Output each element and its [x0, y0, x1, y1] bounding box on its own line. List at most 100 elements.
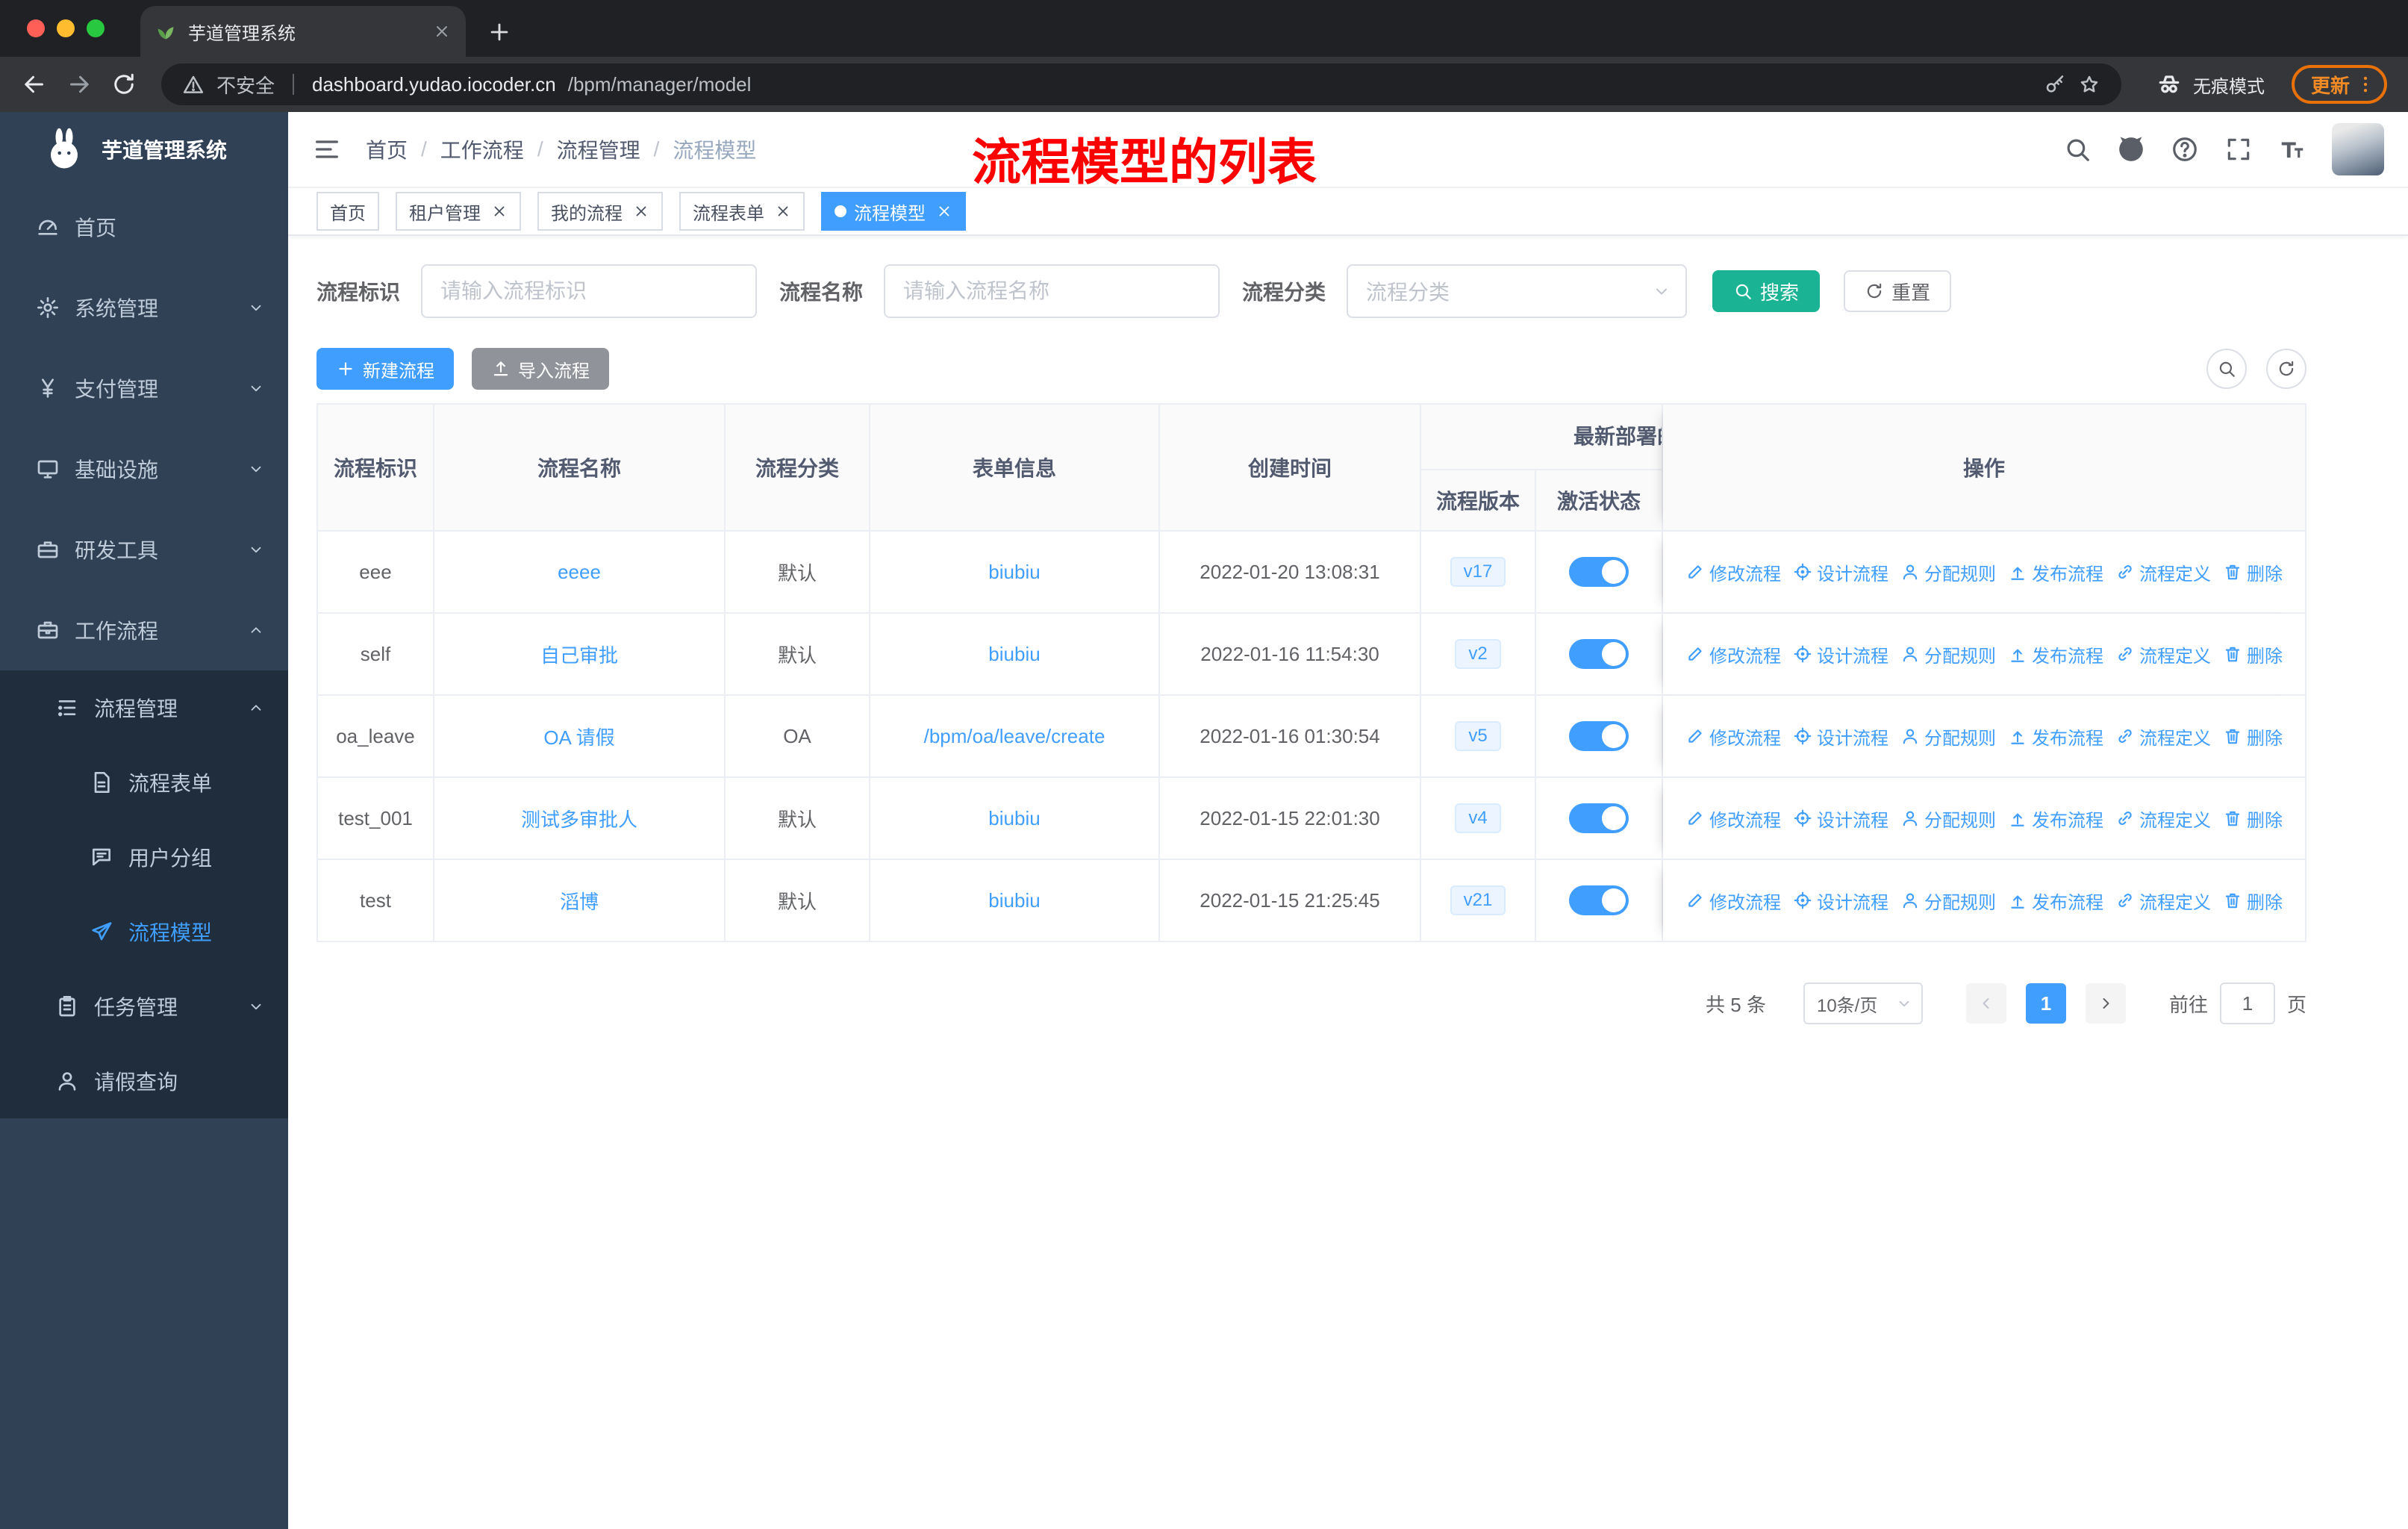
- page-size-select[interactable]: 10条/页: [1803, 983, 1923, 1024]
- goto-page-input[interactable]: [2219, 983, 2275, 1024]
- app-logo[interactable]: 芋道管理系统: [0, 112, 288, 187]
- category-select[interactable]: 流程分类: [1347, 264, 1688, 318]
- github-icon[interactable]: [2117, 135, 2145, 164]
- op-publish[interactable]: 发布流程: [2008, 559, 2103, 585]
- sidebar-item-task-mgmt[interactable]: 任务管理: [0, 969, 288, 1044]
- process-id-input[interactable]: [421, 264, 758, 318]
- op-delete[interactable]: 删除: [2223, 723, 2283, 750]
- next-page-button[interactable]: [2085, 983, 2126, 1024]
- fullscreen-icon[interactable]: [2224, 135, 2253, 164]
- bookmark-star-icon[interactable]: [2078, 73, 2100, 96]
- op-design[interactable]: 设计流程: [1793, 723, 1888, 750]
- sidebar-item-devtools[interactable]: 研发工具: [0, 509, 288, 590]
- active-toggle[interactable]: [1569, 803, 1629, 833]
- update-menu-button[interactable]: 更新: [2291, 65, 2387, 104]
- search-icon[interactable]: [2063, 135, 2092, 164]
- op-publish[interactable]: 发布流程: [2008, 806, 2103, 832]
- page-number-button[interactable]: 1: [2025, 983, 2066, 1024]
- search-button[interactable]: 搜索: [1712, 270, 1821, 312]
- help-icon[interactable]: [2171, 135, 2199, 164]
- breadcrumb-item[interactable]: 首页: [366, 134, 408, 164]
- form-link[interactable]: /bpm/oa/leave/create: [924, 725, 1105, 748]
- sidebar-item-user-group[interactable]: 用户分组: [0, 820, 288, 894]
- create-process-button[interactable]: 新建流程: [316, 348, 454, 390]
- close-icon[interactable]: [936, 203, 952, 219]
- sidebar-item-infra[interactable]: 基础设施: [0, 429, 288, 509]
- op-assign[interactable]: 分配规则: [1900, 559, 1996, 585]
- op-assign[interactable]: 分配规则: [1900, 888, 1996, 914]
- active-toggle[interactable]: [1569, 885, 1629, 915]
- tag-tenant[interactable]: 租户管理: [396, 192, 521, 231]
- key-icon[interactable]: [2044, 73, 2066, 96]
- op-delete[interactable]: 删除: [2223, 641, 2283, 667]
- close-icon[interactable]: [491, 203, 508, 219]
- form-link[interactable]: biubiu: [988, 889, 1040, 912]
- op-design[interactable]: 设计流程: [1793, 806, 1888, 832]
- op-assign[interactable]: 分配规则: [1900, 641, 1996, 667]
- op-assign[interactable]: 分配规则: [1900, 723, 1996, 750]
- sidebar-item-process-model[interactable]: 流程模型: [0, 894, 288, 969]
- collapse-sidebar-button[interactable]: [312, 134, 342, 164]
- op-edit[interactable]: 修改流程: [1685, 559, 1781, 585]
- close-icon[interactable]: [775, 203, 791, 219]
- op-design[interactable]: 设计流程: [1793, 559, 1888, 585]
- op-definition[interactable]: 流程定义: [2115, 806, 2211, 832]
- back-button[interactable]: [21, 71, 48, 98]
- model-name-link[interactable]: eeee: [558, 561, 601, 584]
- op-publish[interactable]: 发布流程: [2008, 641, 2103, 667]
- sidebar-item-workflow[interactable]: 工作流程: [0, 590, 288, 670]
- close-window-button[interactable]: [27, 19, 45, 37]
- sidebar-item-leave-query[interactable]: 请假查询: [0, 1044, 288, 1118]
- new-tab-button[interactable]: [487, 19, 512, 45]
- address-bar[interactable]: 不安全 dashboard.yudao.iocoder.cn/bpm/manag…: [161, 63, 2121, 105]
- model-name-link[interactable]: OA 请假: [543, 723, 614, 750]
- process-name-input[interactable]: [884, 264, 1220, 318]
- browser-tab[interactable]: 芋道管理系统: [140, 6, 466, 57]
- font-size-icon[interactable]: [2278, 135, 2306, 164]
- op-edit[interactable]: 修改流程: [1685, 888, 1781, 914]
- tag-process-model[interactable]: 流程模型: [821, 192, 966, 231]
- op-definition[interactable]: 流程定义: [2115, 641, 2211, 667]
- op-edit[interactable]: 修改流程: [1685, 723, 1781, 750]
- op-edit[interactable]: 修改流程: [1685, 641, 1781, 667]
- model-name-link[interactable]: 滔博: [560, 887, 599, 915]
- breadcrumb-item[interactable]: 流程管理: [557, 134, 640, 164]
- op-publish[interactable]: 发布流程: [2008, 723, 2103, 750]
- avatar[interactable]: [2332, 123, 2384, 175]
- form-link[interactable]: biubiu: [988, 807, 1040, 830]
- tag-process-form[interactable]: 流程表单: [679, 192, 805, 231]
- op-definition[interactable]: 流程定义: [2115, 559, 2211, 585]
- breadcrumb-item[interactable]: 工作流程: [440, 134, 524, 164]
- close-icon[interactable]: [633, 203, 649, 219]
- op-design[interactable]: 设计流程: [1793, 888, 1888, 914]
- sidebar-item-system[interactable]: 系统管理: [0, 267, 288, 348]
- minimize-window-button[interactable]: [57, 19, 75, 37]
- maximize-window-button[interactable]: [87, 19, 105, 37]
- active-toggle[interactable]: [1569, 557, 1629, 587]
- reset-button[interactable]: 重置: [1844, 270, 1952, 312]
- op-delete[interactable]: 删除: [2223, 806, 2283, 832]
- prev-page-button[interactable]: [1965, 983, 2006, 1024]
- model-name-link[interactable]: 测试多审批人: [521, 805, 637, 832]
- refresh-table-button[interactable]: [2266, 349, 2306, 389]
- sidebar-item-home[interactable]: 首页: [0, 187, 288, 267]
- toggle-search-button[interactable]: [2206, 349, 2247, 389]
- tag-my-process[interactable]: 我的流程: [537, 192, 663, 231]
- reload-button[interactable]: [110, 71, 137, 98]
- op-delete[interactable]: 删除: [2223, 888, 2283, 914]
- model-name-link[interactable]: 自己审批: [540, 641, 618, 668]
- op-definition[interactable]: 流程定义: [2115, 888, 2211, 914]
- op-definition[interactable]: 流程定义: [2115, 723, 2211, 750]
- active-toggle[interactable]: [1569, 639, 1629, 669]
- tag-home[interactable]: 首页: [316, 192, 379, 231]
- forward-button[interactable]: [66, 71, 93, 98]
- sidebar-item-payment[interactable]: 支付管理: [0, 348, 288, 429]
- op-assign[interactable]: 分配规则: [1900, 806, 1996, 832]
- form-link[interactable]: biubiu: [988, 561, 1040, 584]
- op-delete[interactable]: 删除: [2223, 559, 2283, 585]
- import-process-button[interactable]: 导入流程: [472, 348, 609, 390]
- sidebar-item-process-mgmt[interactable]: 流程管理: [0, 670, 288, 745]
- op-publish[interactable]: 发布流程: [2008, 888, 2103, 914]
- form-link[interactable]: biubiu: [988, 643, 1040, 666]
- sidebar-item-process-form[interactable]: 流程表单: [0, 745, 288, 820]
